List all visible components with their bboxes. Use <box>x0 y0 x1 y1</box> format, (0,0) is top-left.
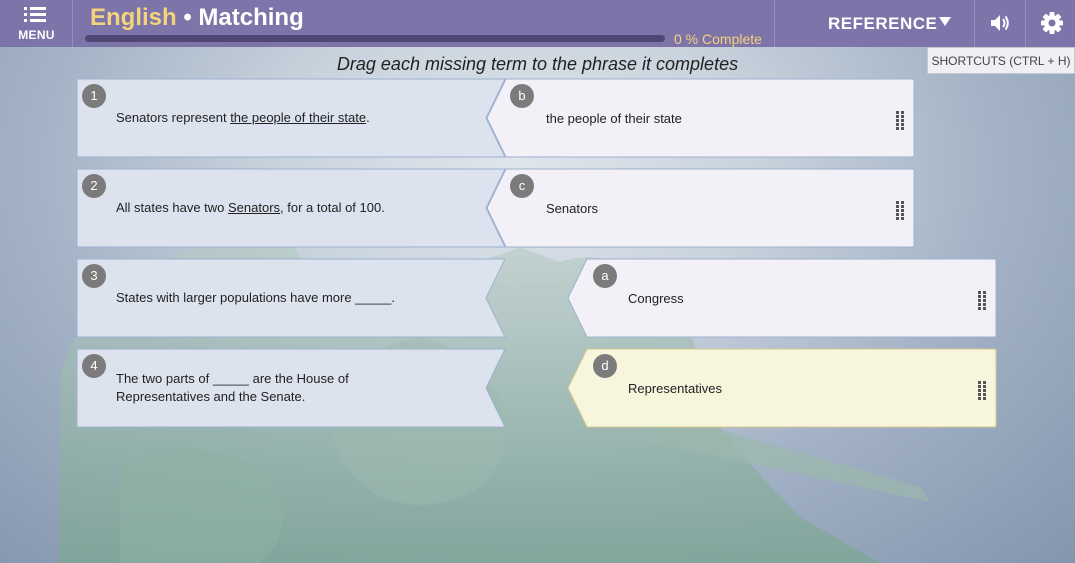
term-text: Representatives <box>628 381 722 396</box>
phrase-number: 1 <box>82 84 106 108</box>
drag-handle-icon[interactable] <box>896 201 904 220</box>
menu-button[interactable]: MENU <box>0 0 73 47</box>
term-card-d[interactable]: d Representatives <box>567 348 998 428</box>
shortcuts-tooltip[interactable]: SHORTCUTS (CTRL + H) <box>927 47 1075 74</box>
title-separator: • <box>176 4 199 31</box>
phrase-number: 2 <box>82 174 106 198</box>
phrase-text-before: The two parts of _____ are the House of … <box>116 371 349 404</box>
caret-down-icon <box>939 17 951 26</box>
phrase-card-3: 3 States with larger populations have mo… <box>76 258 508 338</box>
speaker-icon <box>991 15 1009 31</box>
phrase-text-after: . <box>366 110 370 125</box>
activity-title: Matching <box>198 4 304 31</box>
term-text: the people of their state <box>546 111 682 126</box>
gear-icon <box>1041 12 1063 34</box>
term-letter: c <box>510 174 534 198</box>
phrase-text: Senators represent the people of their s… <box>116 109 476 127</box>
term-card-c[interactable]: c Senators <box>486 168 916 248</box>
phrase-text-before: All states have two <box>116 200 228 215</box>
phrase-text: All states have two Senators, for a tota… <box>116 199 476 217</box>
reference-label: REFERENCE <box>828 14 938 33</box>
drag-handle-icon[interactable] <box>978 381 986 400</box>
phrase-card-2: 2 All states have two Senators, for a to… <box>76 168 508 248</box>
term-letter: a <box>593 264 617 288</box>
term-card-a[interactable]: a Congress <box>567 258 998 338</box>
page-title: English • Matching <box>90 4 304 32</box>
progress-bar <box>85 35 665 42</box>
filled-answer: Senators <box>228 200 281 215</box>
term-letter: b <box>510 84 534 108</box>
phrase-text-before: States with larger populations have more… <box>116 290 395 305</box>
term-letter: d <box>593 354 617 378</box>
top-bar: MENU English • Matching 0 % Complete REF… <box>0 0 1075 47</box>
phrase-card-4: 4 The two parts of _____ are the House o… <box>76 348 508 428</box>
progress-text: 0 % Complete <box>674 31 762 47</box>
settings-button[interactable] <box>1025 0 1075 47</box>
audio-button[interactable] <box>974 0 1025 47</box>
phrase-number: 4 <box>82 354 106 378</box>
phrase-text-after: , for a total of 100. <box>280 200 385 215</box>
reference-dropdown[interactable]: REFERENCE <box>774 0 974 47</box>
drag-handle-icon[interactable] <box>978 291 986 310</box>
menu-label: MENU <box>18 28 55 42</box>
hamburger-icon <box>24 7 46 23</box>
phrase-card-1: 1 Senators represent the people of their… <box>76 78 508 158</box>
filled-answer: the people of their state <box>230 110 367 125</box>
subject-title: English <box>90 4 177 31</box>
phrase-text: The two parts of _____ are the House of … <box>116 370 386 406</box>
phrase-text: States with larger populations have more… <box>116 289 476 307</box>
term-card-b[interactable]: b the people of their state <box>486 78 916 158</box>
instruction-text: Drag each missing term to the phrase it … <box>336 54 739 74</box>
phrase-number: 3 <box>82 264 106 288</box>
phrase-text-before: Senators represent <box>116 110 231 125</box>
term-text: Senators <box>546 201 599 216</box>
drag-handle-icon[interactable] <box>896 111 904 130</box>
term-text: Congress <box>628 291 684 306</box>
